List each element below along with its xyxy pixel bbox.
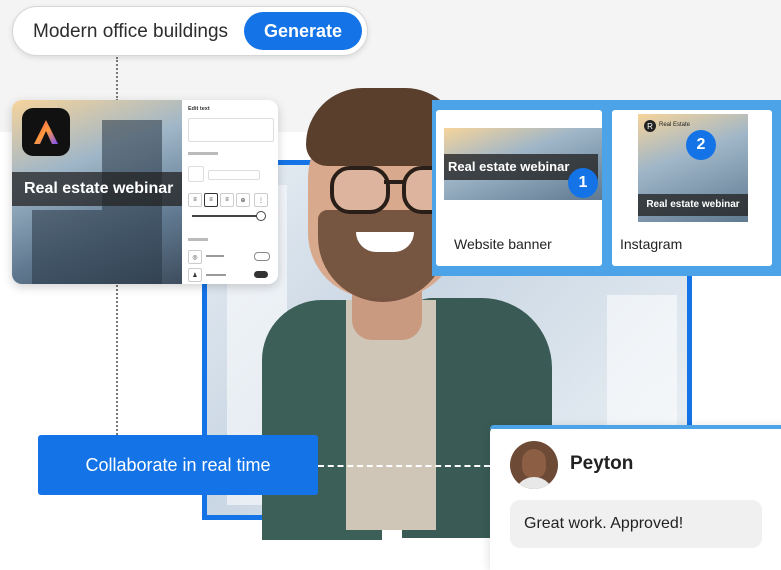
align-left-icon[interactable]: ≡: [188, 193, 202, 207]
avatar-shirt: [514, 477, 554, 489]
commenter-name: Peyton: [570, 453, 634, 474]
brand-logo-icon: R: [644, 120, 656, 132]
comment-message: Great work. Approved!: [510, 500, 762, 548]
instagram-banner-text: Real estate webinar: [638, 194, 748, 216]
instagram-brand-text: Real Estate: [659, 122, 691, 128]
instagram-label: Instagram: [620, 236, 683, 252]
list-icon[interactable]: ⋮: [254, 193, 268, 207]
editor-banner-text[interactable]: Real estate webinar: [12, 172, 182, 206]
style-section-label: [188, 152, 218, 155]
shape-icon[interactable]: ◎: [188, 250, 202, 264]
shadow-label-line: [206, 274, 226, 276]
collab-connector: [318, 465, 490, 467]
effects-section-label: [188, 238, 208, 241]
shadow-icon[interactable]: ♟: [188, 268, 202, 282]
edit-panel-title: Edit text: [188, 106, 210, 112]
editor-canvas-image[interactable]: Real estate webinar: [12, 100, 182, 284]
adobe-express-logo-icon: [22, 108, 70, 156]
align-right-icon[interactable]: ≡: [220, 193, 234, 207]
connector-line-top: [116, 57, 118, 101]
comment-card: Peyton Great work. Approved!: [490, 425, 781, 570]
building-shape: [32, 210, 102, 284]
font-dropdown[interactable]: [208, 170, 260, 180]
connector-line-bottom: [116, 285, 118, 435]
align-center-icon[interactable]: ≡: [204, 193, 218, 207]
output-card-website-banner[interactable]: Real estate webinar 1 Website banner: [436, 110, 602, 266]
shape-label-line: [206, 255, 224, 257]
output-card-instagram[interactable]: R Real Estate 2 Real estate webinar Inst…: [612, 110, 772, 266]
prompt-bar[interactable]: Modern office buildings Generate: [12, 6, 368, 56]
glasses-bridge: [384, 180, 404, 184]
comment-card-accent: [490, 425, 781, 429]
editor-card[interactable]: Real estate webinar Edit text ≡ ≡ ≡ ⊕ ⋮ …: [12, 100, 278, 284]
shadow-toggle[interactable]: [254, 271, 268, 278]
outputs-band: Real estate webinar 1 Website banner R R…: [432, 100, 781, 276]
avatar: [510, 441, 558, 489]
prompt-text[interactable]: Modern office buildings: [33, 21, 228, 43]
output-number-badge: 2: [686, 130, 716, 160]
shape-toggle[interactable]: [254, 252, 270, 261]
glasses-lens-left: [330, 166, 390, 214]
edit-text-panel: Edit text ≡ ≡ ≡ ⊕ ⋮ ◎ ♟: [184, 100, 278, 284]
opacity-slider[interactable]: [192, 215, 262, 217]
generate-button[interactable]: Generate: [244, 12, 362, 50]
collaborate-button[interactable]: Collaborate in real time: [38, 435, 318, 495]
color-swatch[interactable]: [188, 166, 204, 182]
spacing-icon[interactable]: ⊕: [236, 193, 250, 207]
text-input-mini[interactable]: [188, 118, 274, 142]
avatar-face: [522, 449, 546, 479]
website-banner-label: Website banner: [454, 236, 552, 252]
output-number-badge: 1: [568, 168, 598, 198]
opacity-slider-handle[interactable]: [256, 211, 266, 221]
